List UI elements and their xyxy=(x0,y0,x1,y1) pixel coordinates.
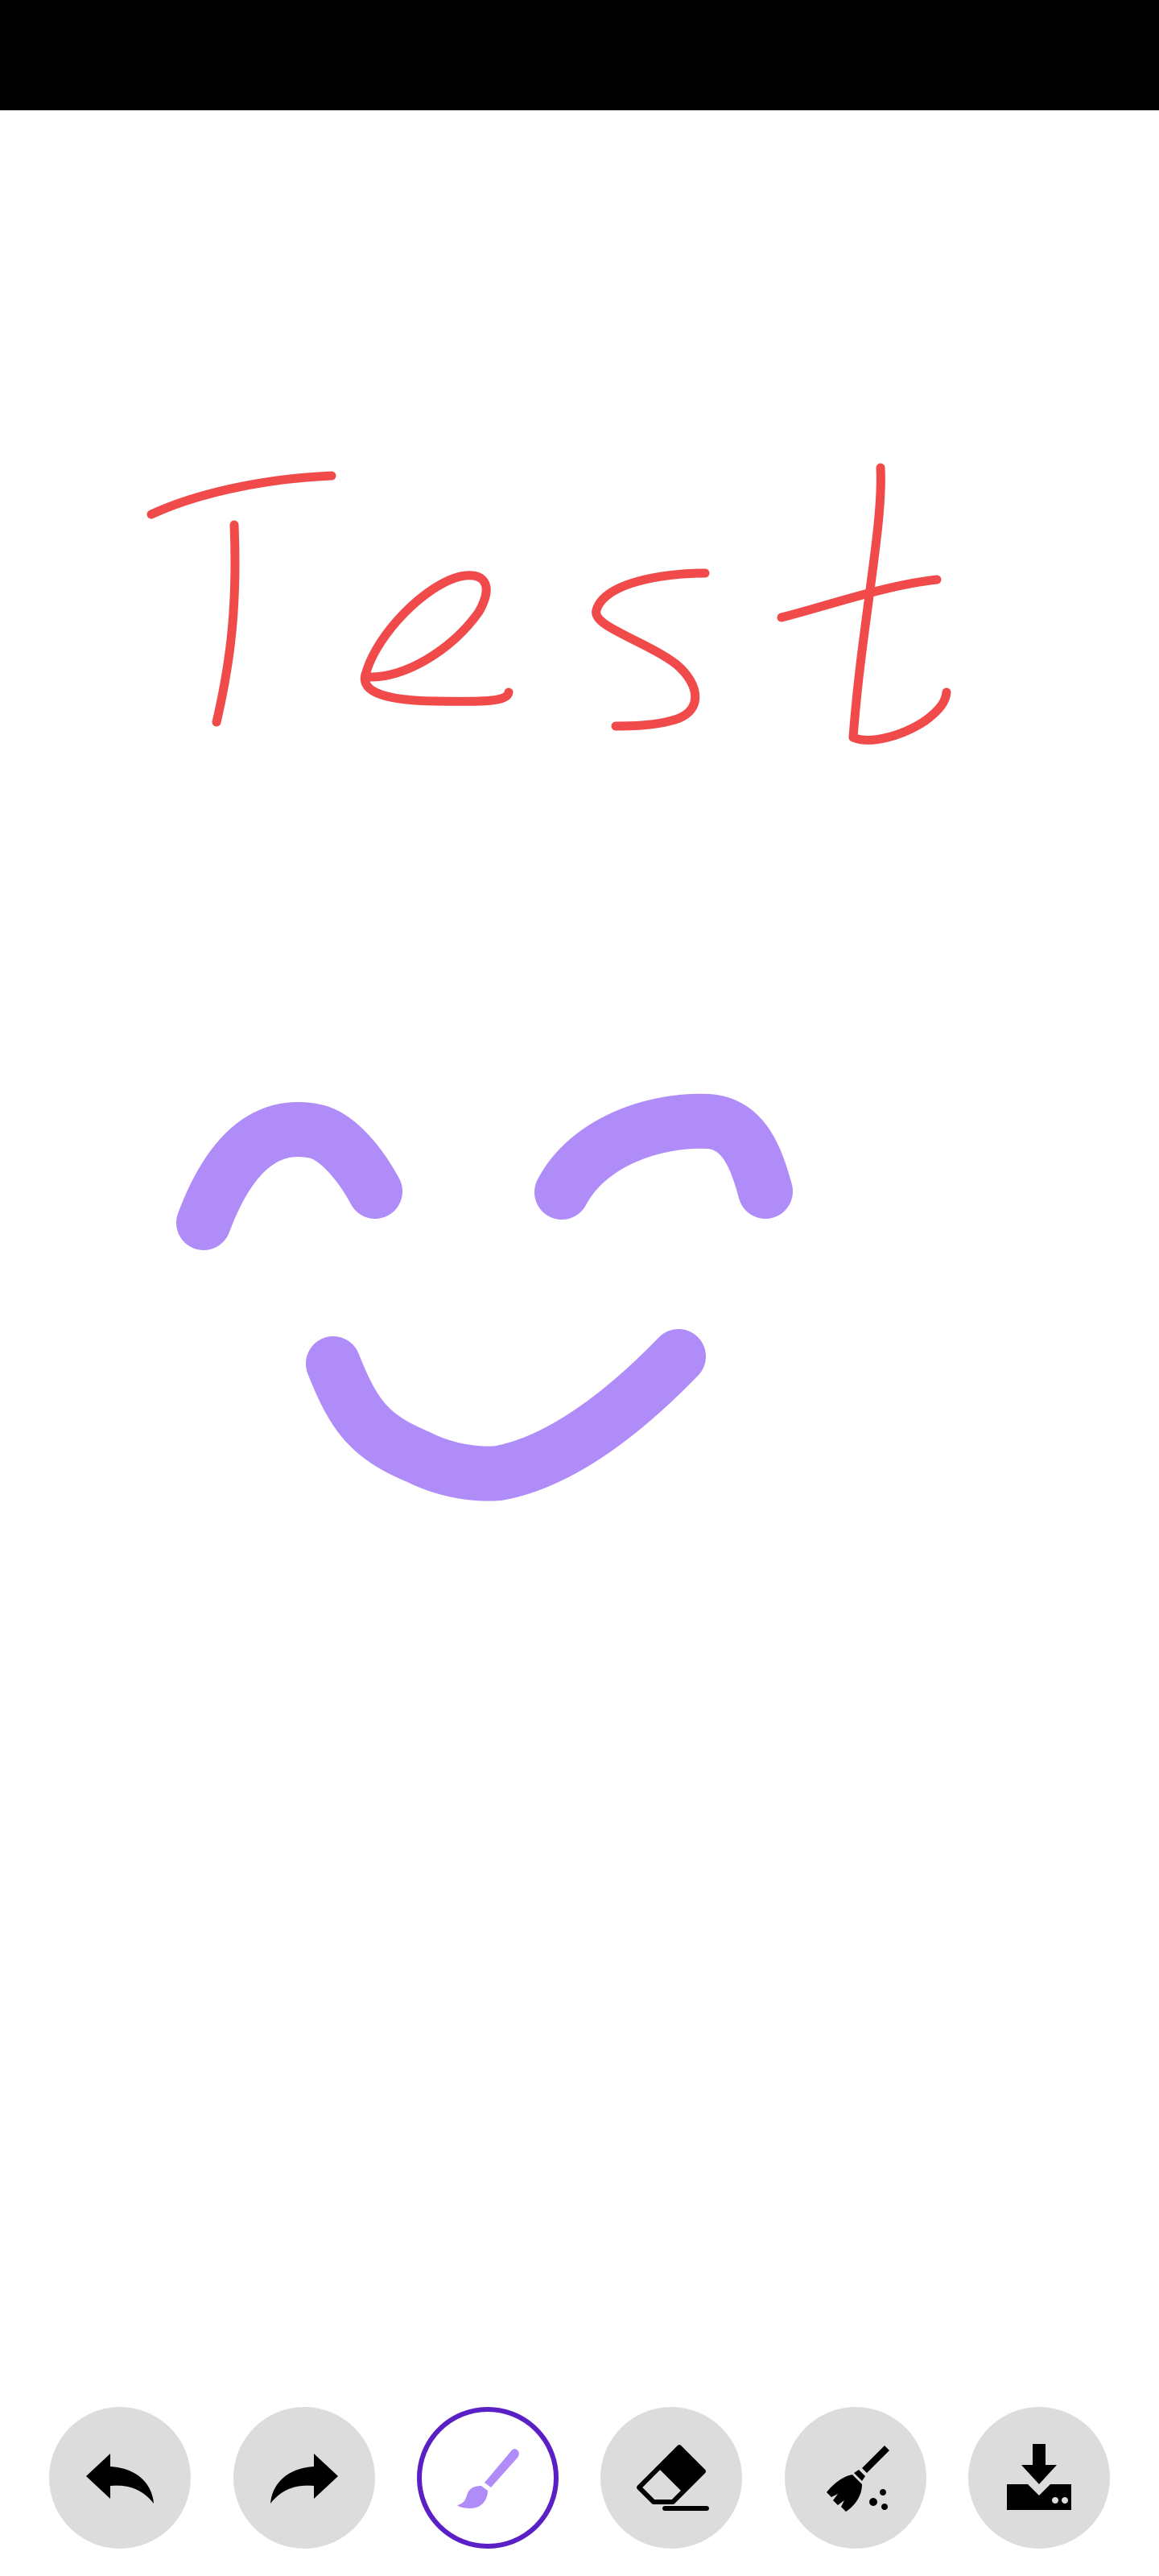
brush-icon xyxy=(457,2449,519,2508)
clear-canvas-button[interactable] xyxy=(785,2407,926,2549)
drawing-surface[interactable] xyxy=(0,110,1159,2383)
brush-button[interactable] xyxy=(417,2407,559,2549)
drawing-canvas[interactable] xyxy=(0,110,1159,2383)
right-eye-stroke xyxy=(534,1093,793,1220)
left-eye-stroke xyxy=(176,1102,402,1250)
eraser-icon xyxy=(637,2445,709,2511)
status-bar xyxy=(0,0,1159,110)
smile-stroke xyxy=(306,1329,706,1501)
letter-t2-stem-stroke xyxy=(848,463,951,745)
download-icon xyxy=(1007,2444,1071,2510)
undo-icon xyxy=(86,2454,154,2504)
eraser-button[interactable] xyxy=(600,2407,742,2549)
smiley-drawing xyxy=(176,1093,793,1501)
broom-icon xyxy=(827,2446,889,2512)
drawing-app xyxy=(0,0,1159,2576)
redo-icon xyxy=(270,2454,338,2504)
undo-button[interactable] xyxy=(49,2407,191,2549)
letter-t2-cross-stroke xyxy=(777,575,942,622)
letter-s-stroke xyxy=(592,568,710,731)
handwritten-text-test xyxy=(146,463,951,745)
download-button[interactable] xyxy=(968,2407,1110,2549)
redo-button[interactable] xyxy=(233,2407,375,2549)
letter-t-top-stroke xyxy=(146,471,336,519)
bottom-toolbar xyxy=(0,2383,1159,2576)
letter-t-stem-stroke xyxy=(212,520,240,727)
letter-e-stroke xyxy=(360,571,514,706)
